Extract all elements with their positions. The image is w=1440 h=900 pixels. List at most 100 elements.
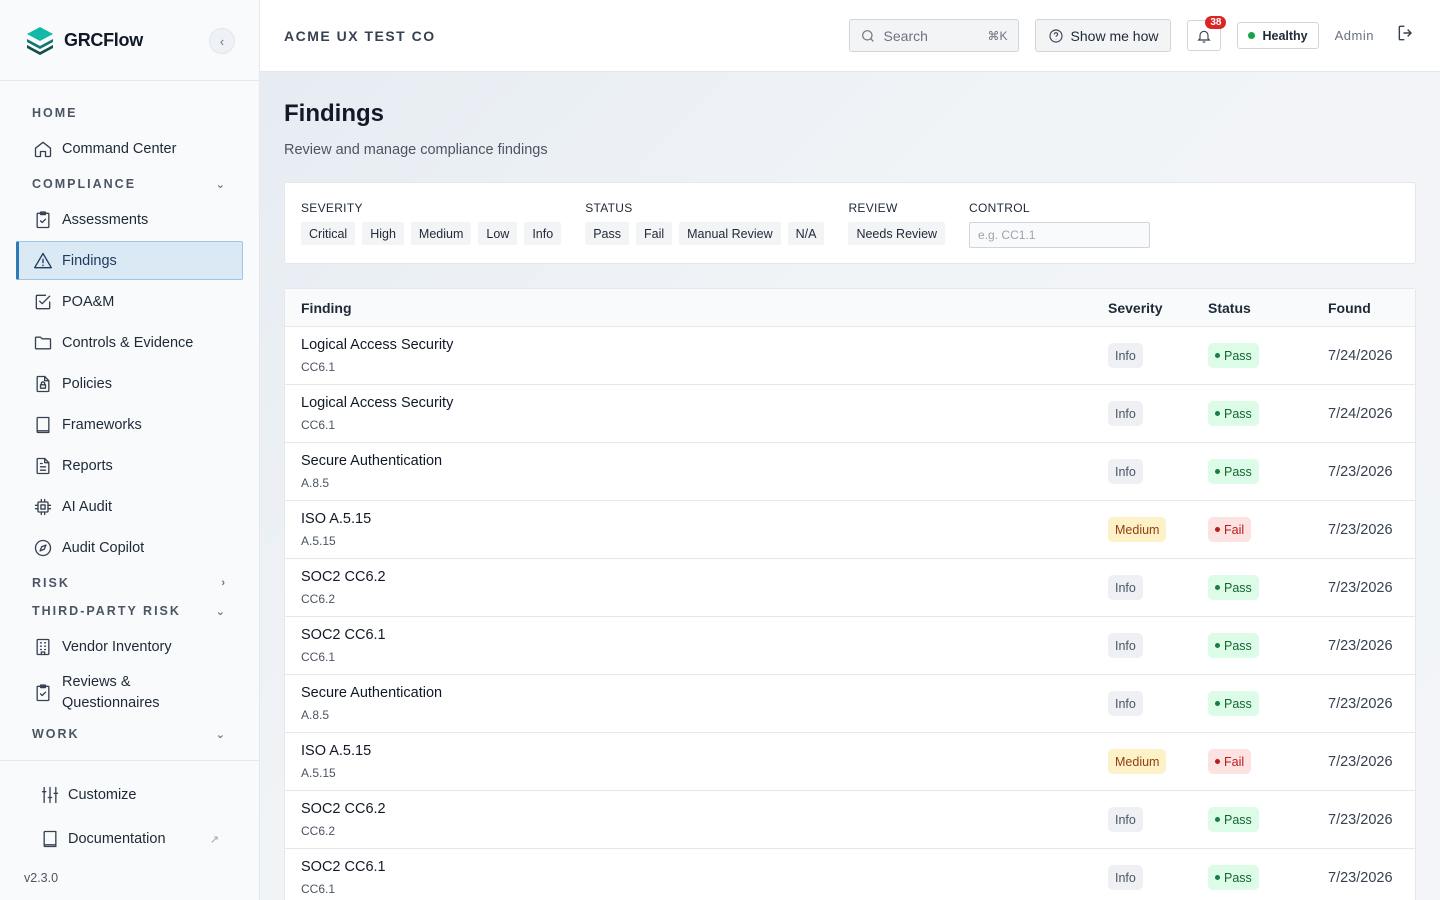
severity-badge: Info: [1108, 633, 1143, 658]
severity-badge: Info: [1108, 401, 1143, 426]
section-label: RISK: [32, 576, 70, 590]
file-text-icon: [33, 456, 53, 476]
finding-control: A.5.15: [301, 766, 336, 780]
finding-name: SOC2 CC6.1: [301, 859, 386, 875]
table-row[interactable]: Logical Access Security CC6.1 Info Pass …: [285, 385, 1415, 443]
severity-badge: Medium: [1108, 517, 1167, 542]
sidebar-item-findings[interactable]: Findings: [16, 241, 243, 280]
search-button[interactable]: Search ⌘K: [848, 19, 1019, 52]
filter-chip-fail[interactable]: Fail: [635, 222, 673, 245]
filter-label: REVIEW: [848, 201, 898, 215]
table-row[interactable]: SOC2 CC6.2 CC6.2 Info Pass 7/23/2026: [285, 559, 1415, 617]
column-header-finding[interactable]: Finding: [285, 300, 1108, 316]
book-icon: [33, 415, 53, 435]
sidebar-item-label: Controls & Evidence: [62, 334, 194, 351]
finding-name: SOC2 CC6.2: [301, 801, 386, 817]
app-version: v2.3.0: [24, 871, 59, 885]
severity-badge: Info: [1108, 575, 1143, 600]
filter-chip-critical[interactable]: Critical: [301, 222, 356, 245]
control-filter-input[interactable]: [969, 222, 1151, 248]
table-row[interactable]: SOC2 CC6.1 CC6.1 Info Pass 7/23/2026: [285, 617, 1415, 675]
section-risk[interactable]: RISK ›: [0, 569, 259, 597]
finding-name: SOC2 CC6.1: [301, 627, 386, 643]
severity-cell: Info: [1108, 401, 1208, 426]
status-dot: [1215, 643, 1220, 648]
show-me-how-button[interactable]: Show me how: [1034, 19, 1172, 52]
severity-badge: Info: [1108, 691, 1143, 716]
section-third-party-risk[interactable]: THIRD-PARTY RISK ⌄: [0, 597, 259, 625]
sidebar-item-reports[interactable]: Reports: [16, 446, 243, 485]
sidebar-item-assessments[interactable]: Assessments: [16, 200, 243, 239]
found-date: 7/23/2026: [1328, 753, 1393, 770]
sidebar-item-frameworks[interactable]: Frameworks: [16, 405, 243, 444]
severity-filter: SEVERITY Critical High Medium Low Info: [301, 201, 562, 245]
status-label: Pass: [1224, 870, 1252, 885]
customize-label: Customize: [68, 787, 137, 803]
user-name[interactable]: Admin: [1335, 28, 1374, 43]
sidebar-item-controls-evidence[interactable]: Controls & Evidence: [16, 323, 243, 362]
sidebar-item-command-center[interactable]: Command Center: [16, 129, 243, 168]
documentation-link[interactable]: Documentation ↗: [0, 817, 259, 861]
filter-chip-info[interactable]: Info: [524, 222, 562, 245]
severity-badge: Info: [1108, 807, 1143, 832]
table-row[interactable]: ISO A.5.15 A.5.15 Medium Fail 7/23/2026: [285, 733, 1415, 791]
sidebar-item-label: Findings: [62, 252, 117, 269]
filter-chip-medium[interactable]: Medium: [410, 222, 472, 245]
column-header-found[interactable]: Found: [1328, 300, 1415, 316]
filter-label: SEVERITY: [301, 201, 363, 215]
filter-chip-low[interactable]: Low: [478, 222, 518, 245]
topbar: ACME UX TEST CO Search ⌘K Show me how 38…: [260, 0, 1440, 72]
sidebar-item-audit-copilot[interactable]: Audit Copilot: [16, 528, 243, 567]
table-row[interactable]: SOC2 CC6.1 CC6.1 Info Pass 7/23/2026: [285, 849, 1415, 900]
filter-chip-na[interactable]: N/A: [787, 222, 825, 245]
table-row[interactable]: Secure Authentication A.8.5 Info Pass 7/…: [285, 675, 1415, 733]
status-label: Pass: [1224, 638, 1252, 653]
table-row[interactable]: SOC2 CC6.2 CC6.2 Info Pass 7/23/2026: [285, 791, 1415, 849]
status-badge: Pass: [1208, 401, 1259, 426]
brand: GRCFlow ‹: [0, 0, 259, 81]
collapse-sidebar-button[interactable]: ‹: [209, 28, 235, 54]
search-icon: [861, 29, 874, 42]
sidebar-item-reviews-questionnaires[interactable]: Reviews & Questionnaires: [16, 668, 243, 718]
table-row[interactable]: Secure Authentication A.8.5 Info Pass 7/…: [285, 443, 1415, 501]
filter-chip-high[interactable]: High: [362, 222, 404, 245]
sidebar-item-poam[interactable]: POA&M: [16, 282, 243, 321]
sidebar-item-vendor-inventory[interactable]: Vendor Inventory: [16, 627, 243, 666]
table-row[interactable]: Logical Access Security CC6.1 Info Pass …: [285, 327, 1415, 385]
notifications-button[interactable]: 38: [1187, 16, 1227, 51]
cpu-icon: [33, 497, 53, 517]
section-compliance[interactable]: COMPLIANCE ⌄: [0, 170, 259, 198]
sliders-icon: [40, 785, 60, 805]
status-badge: Fail: [1208, 749, 1252, 774]
filter-chip-manual-review[interactable]: Manual Review: [679, 222, 781, 245]
column-header-status[interactable]: Status: [1208, 300, 1328, 316]
findings-table: Finding Severity Status Found Logical Ac…: [284, 288, 1416, 900]
column-header-severity[interactable]: Severity: [1108, 300, 1208, 316]
status-label: Pass: [1224, 464, 1252, 479]
status-dot: [1215, 759, 1220, 764]
found-date: 7/23/2026: [1328, 811, 1393, 828]
chevron-right-icon: ›: [221, 577, 225, 589]
sidebar-item-label: POA&M: [62, 293, 115, 310]
severity-badge: Medium: [1108, 749, 1167, 774]
notification-count-badge: 38: [1205, 16, 1227, 29]
sidebar-item-label: AI Audit: [62, 498, 112, 515]
table-row[interactable]: ISO A.5.15 A.5.15 Medium Fail 7/23/2026: [285, 501, 1415, 559]
logout-button[interactable]: [1396, 23, 1416, 48]
section-work[interactable]: WORK ⌄: [0, 720, 259, 748]
filter-chip-needs-review[interactable]: Needs Review: [848, 222, 946, 245]
severity-cell: Info: [1108, 575, 1208, 600]
status-label: Fail: [1224, 522, 1245, 537]
book-icon: [40, 829, 60, 849]
section-home: HOME: [0, 99, 259, 127]
customize-button[interactable]: Customize: [0, 773, 259, 817]
health-status-badge[interactable]: Healthy: [1237, 22, 1319, 49]
filter-chip-pass[interactable]: Pass: [585, 222, 629, 245]
sidebar-item-ai-audit[interactable]: AI Audit: [16, 487, 243, 526]
finding-control: CC6.1: [301, 418, 336, 432]
file-lock-icon: [33, 374, 53, 394]
chevron-down-icon: ⌄: [215, 178, 225, 191]
status-badge: Pass: [1208, 343, 1259, 368]
sidebar-item-policies[interactable]: Policies: [16, 364, 243, 403]
finding-cell: SOC2 CC6.1 CC6.1: [285, 627, 1108, 664]
